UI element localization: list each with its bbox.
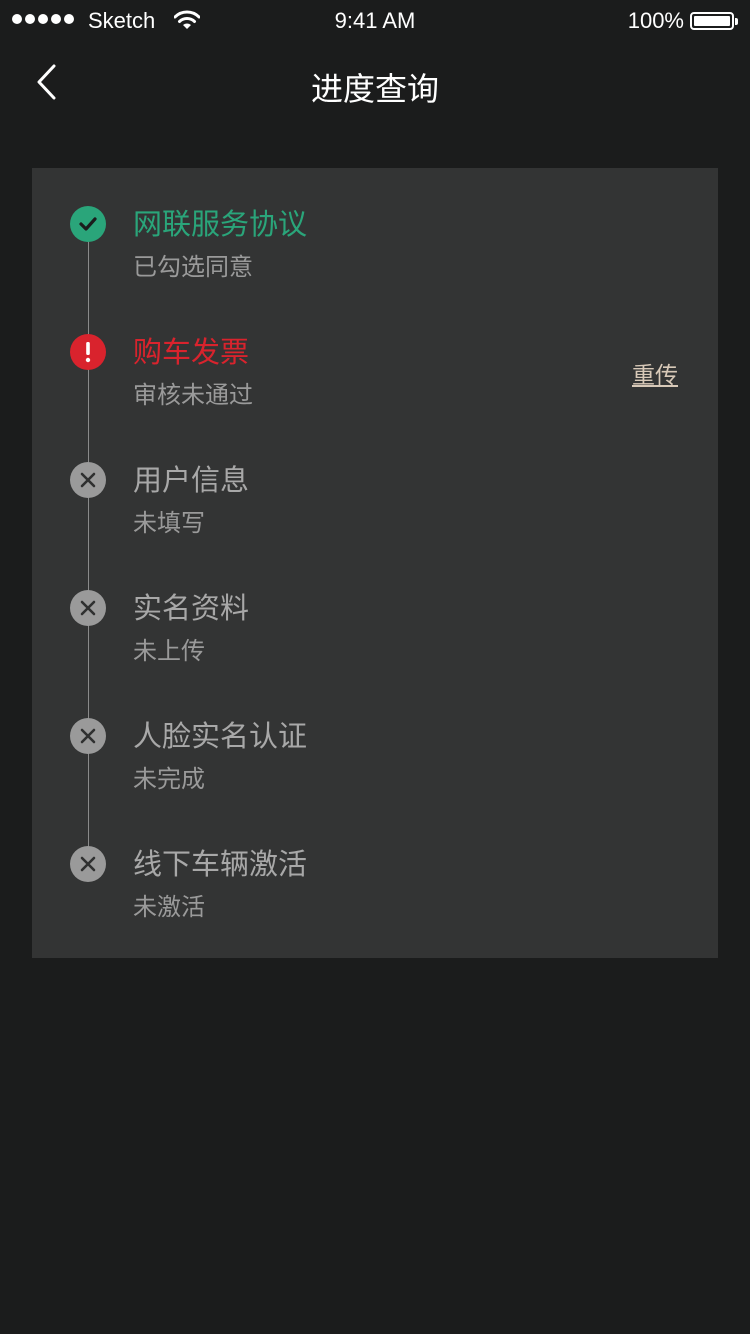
step-status: 审核未通过 xyxy=(133,381,253,409)
progress-card: 网联服务协议 已勾选同意 购车发票 审核未通过 重传 用户信息 未填写 实名资料… xyxy=(32,168,718,958)
step-status: 已勾选同意 xyxy=(133,253,253,281)
page-title: 进度查询 xyxy=(310,70,439,108)
step-service-agreement: 网联服务协议 已勾选同意 xyxy=(32,168,718,296)
navigation-bar: 进度查询 xyxy=(0,40,750,128)
step-user-info: 用户信息 未填写 xyxy=(32,424,718,552)
step-status: 未激活 xyxy=(133,893,205,921)
reupload-link[interactable]: 重传 xyxy=(632,356,678,390)
close-circle-icon xyxy=(70,718,106,754)
step-title: 用户信息 xyxy=(133,463,250,497)
step-title: 线下车辆激活 xyxy=(133,847,308,881)
step-title: 实名资料 xyxy=(133,591,250,625)
step-status: 未填写 xyxy=(133,509,205,537)
step-vehicle-activation: 线下车辆激活 未激活 xyxy=(32,808,718,936)
battery-percentage: 100% xyxy=(627,8,684,33)
alert-circle-icon xyxy=(70,334,106,370)
step-status: 未上传 xyxy=(133,637,205,665)
status-bar: Sketch 9:41 AM 100% xyxy=(0,0,750,40)
step-purchase-invoice: 购车发票 审核未通过 重传 xyxy=(32,296,718,424)
step-real-name-documents: 实名资料 未上传 xyxy=(32,552,718,680)
battery-icon xyxy=(690,12,738,30)
step-face-verification: 人脸实名认证 未完成 xyxy=(32,680,718,808)
step-title: 购车发票 xyxy=(133,335,250,369)
close-circle-icon xyxy=(70,590,106,626)
close-circle-icon xyxy=(70,846,106,882)
step-title: 网联服务协议 xyxy=(133,207,308,241)
step-title: 人脸实名认证 xyxy=(133,719,308,753)
check-circle-icon xyxy=(70,206,106,242)
step-status: 未完成 xyxy=(133,765,205,793)
close-circle-icon xyxy=(70,462,106,498)
